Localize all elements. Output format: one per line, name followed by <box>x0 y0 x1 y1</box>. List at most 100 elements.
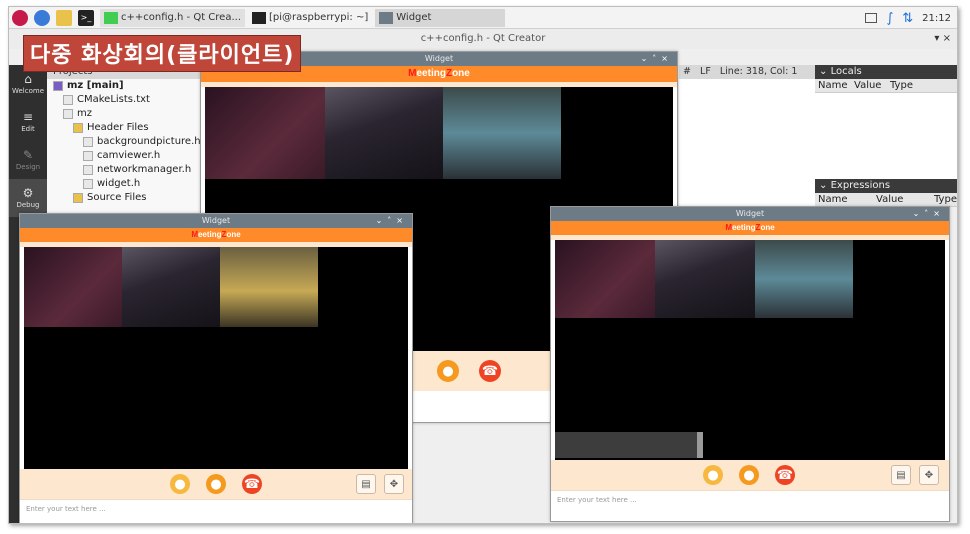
task-widget[interactable]: Widget <box>375 8 506 27</box>
file-icon <box>83 165 93 175</box>
meeting-zone-header: MeetingZone <box>20 228 412 242</box>
locals-columns: Name Value Type <box>815 79 957 93</box>
chevron-down-icon[interactable]: ⌄ <box>819 66 827 77</box>
task-qt-creator[interactable]: c++config.h - Qt Crea... <box>100 8 245 27</box>
task-terminal[interactable]: [pi@raspberrypi: ~] <box>248 9 372 27</box>
video-tile-3 <box>220 247 318 327</box>
window-title: Widget <box>735 209 765 218</box>
home-icon: ⌂ <box>24 72 32 86</box>
tree-item[interactable]: mz [main] <box>47 79 207 93</box>
file-icon <box>63 109 73 119</box>
mode-design[interactable]: ✎ Design <box>9 141 47 179</box>
hangup-button[interactable]: ☎ <box>775 465 795 485</box>
line-ending[interactable]: LF <box>700 66 711 77</box>
file-manager-icon[interactable] <box>56 9 72 26</box>
folder-icon <box>73 123 83 133</box>
bug-icon: ⚙ <box>22 186 34 200</box>
tree-item[interactable]: Source Files <box>47 191 207 205</box>
terminal-icon[interactable]: >_ <box>78 9 94 26</box>
tree-item-label: networkmanager.h <box>97 164 192 175</box>
camera-button[interactable]: ● <box>739 465 759 485</box>
brand-rest2: one <box>760 223 775 232</box>
message-input[interactable]: Enter your text here ... <box>551 490 949 508</box>
video-tile-2 <box>655 240 755 318</box>
window-title-bar[interactable]: Widget ⌄˄× <box>551 207 949 221</box>
expressions-title: Expressions <box>830 180 891 191</box>
hangup-button[interactable]: ☎ <box>479 360 501 382</box>
camera-button[interactable]: ● <box>437 360 459 382</box>
window-controls[interactable]: ⌄˄× <box>913 207 945 221</box>
cursor-position[interactable]: Line: 318, Col: 1 <box>720 66 798 77</box>
mic-button[interactable]: ● <box>170 474 190 494</box>
mode-edit[interactable]: ≡ Edit <box>9 103 47 141</box>
browser-icon[interactable] <box>34 9 50 26</box>
video-grid <box>24 247 408 469</box>
camera-button[interactable]: ● <box>206 474 226 494</box>
col-name[interactable]: Name <box>815 193 873 206</box>
tree-item[interactable]: widget.h <box>47 177 207 191</box>
window-title-bar[interactable]: Widget ⌄˄× <box>20 214 412 228</box>
design-icon: ✎ <box>22 148 34 162</box>
window-controls[interactable]: ⌄˄× <box>376 214 408 228</box>
qt-window-controls[interactable]: ▾ × <box>934 29 951 49</box>
chat-scrollbar[interactable] <box>697 432 703 458</box>
task-label: [pi@raspberrypi: ~] <box>269 12 369 23</box>
brand-rest1: eeting <box>197 230 222 239</box>
file-icon <box>83 179 93 189</box>
file-icon <box>63 95 73 105</box>
expressions-columns: Name Value Type <box>815 193 957 207</box>
file-icon <box>53 81 63 91</box>
tree-item[interactable]: camviewer.h <box>47 149 207 163</box>
code-editor[interactable] <box>679 79 815 219</box>
file-icon <box>83 137 93 147</box>
hangup-button[interactable]: ☎ <box>242 474 262 494</box>
video-grid <box>555 240 945 460</box>
tree-item[interactable]: mz <box>47 107 207 121</box>
screen-share-button[interactable]: ▤ <box>356 474 376 494</box>
widget-window-right[interactable]: Widget ⌄˄× MeetingZone ● ● ☎ ▤ ✥ Enter y… <box>550 206 950 522</box>
fullscreen-button[interactable]: ✥ <box>384 474 404 494</box>
taskbar: >_ c++config.h - Qt Crea... [pi@raspberr… <box>9 7 957 29</box>
col-value[interactable]: Value <box>873 193 931 206</box>
locals-header: ⌄ Locals <box>815 65 957 79</box>
col-type[interactable]: Type <box>887 79 913 92</box>
tree-item[interactable]: Header Files <box>47 121 207 135</box>
col-value[interactable]: Value <box>851 79 887 92</box>
fullscreen-button[interactable]: ✥ <box>919 465 939 485</box>
brand-m: M <box>725 223 732 232</box>
meeting-zone-header: MeetingZone <box>551 221 949 235</box>
chat-log[interactable] <box>555 432 703 458</box>
video-tile-2 <box>122 247 220 327</box>
hash-indicator: # <box>683 66 691 77</box>
brand-rest2: one <box>226 230 241 239</box>
control-bar: ● ● ☎ ▤ ✥ <box>551 460 949 490</box>
screen-frame: >_ c++config.h - Qt Crea... [pi@raspberr… <box>8 6 958 524</box>
task-label: c++config.h - Qt Crea... <box>121 12 241 23</box>
network-arrows-icon[interactable]: ⇅ <box>902 11 913 26</box>
widget-window-left[interactable]: Widget ⌄˄× MeetingZone ● ● ☎ ▤ ✥ Enter y… <box>19 213 413 523</box>
tree-item-label: mz [main] <box>67 80 124 91</box>
video-tile-1 <box>205 87 325 179</box>
brand-m: M <box>191 230 198 239</box>
mode-debug[interactable]: ⚙ Debug <box>9 179 47 217</box>
debugger-panel: ⌄ Locals Name Value Type ⌄ Expressions N… <box>815 65 957 207</box>
tree-item[interactable]: networkmanager.h <box>47 163 207 177</box>
message-input[interactable]: Enter your text here ... <box>20 499 412 517</box>
cpu-monitor-icon[interactable] <box>865 13 878 23</box>
window-controls[interactable]: ⌄˄× <box>641 52 673 66</box>
mic-button[interactable]: ● <box>703 465 723 485</box>
video-tile-1 <box>24 247 122 327</box>
tree-item[interactable]: backgroundpicture.h <box>47 135 207 149</box>
bluetooth-icon[interactable]: ∫ <box>886 11 893 26</box>
tree-item-label: widget.h <box>97 178 141 189</box>
screen-share-button[interactable]: ▤ <box>891 465 911 485</box>
col-type[interactable]: Type <box>931 193 957 206</box>
mode-label: Debug <box>16 201 40 209</box>
qt-logo-icon <box>104 11 118 24</box>
brand-rest2: one <box>452 68 470 79</box>
locals-body <box>815 93 957 179</box>
tree-item[interactable]: CMakeLists.txt <box>47 93 207 107</box>
chevron-down-icon[interactable]: ⌄ <box>819 180 827 191</box>
raspberry-menu-icon[interactable] <box>12 9 28 26</box>
col-name[interactable]: Name <box>815 79 851 92</box>
